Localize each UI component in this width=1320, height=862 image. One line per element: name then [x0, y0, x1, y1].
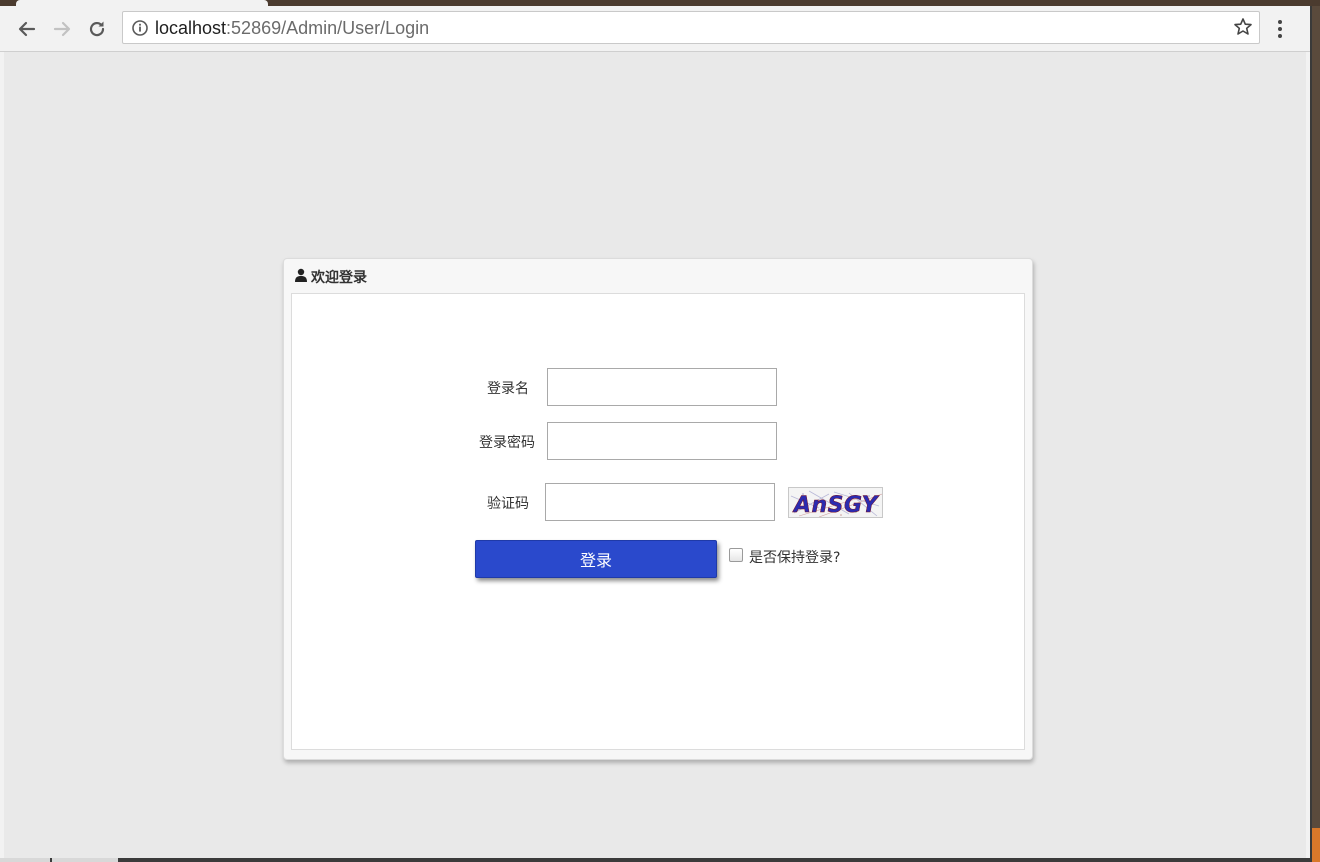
browser-window: localhost:52869/Admin/User/Login 欢迎登录 登录…: [0, 6, 1312, 858]
panel-title: 欢迎登录: [311, 270, 367, 286]
address-bar[interactable]: localhost:52869/Admin/User/Login: [122, 11, 1260, 44]
desktop-accent: [1312, 828, 1320, 862]
info-icon[interactable]: [131, 19, 149, 41]
page-viewport: 欢迎登录 登录名 登录密码 验证码 AnSGY 登录 是否保持登录?: [4, 52, 1306, 858]
password-label: 登录密码: [479, 435, 535, 451]
star-icon[interactable]: [1233, 17, 1253, 41]
username-input[interactable]: [547, 368, 777, 406]
taskbar-item[interactable]: [52, 858, 118, 862]
url-text: localhost:52869/Admin/User/Login: [155, 17, 429, 39]
captcha-graphic: AnSGY: [790, 490, 882, 518]
captcha-label: 验证码: [487, 496, 529, 512]
vertical-dots-icon[interactable]: [1276, 19, 1284, 43]
browser-toolbar: localhost:52869/Admin/User/Login: [0, 6, 1310, 52]
arrow-left-icon: [18, 21, 36, 37]
login-form: 登录名 登录密码 验证码 AnSGY 登录 是否保持登录?: [291, 293, 1025, 750]
user-icon: [294, 268, 308, 286]
remember-me[interactable]: 是否保持登录?: [729, 547, 840, 567]
reload-icon: [89, 21, 105, 37]
reload-button[interactable]: [84, 16, 110, 42]
password-input[interactable]: [547, 422, 777, 460]
panel-header: 欢迎登录: [294, 267, 367, 287]
username-label: 登录名: [487, 381, 529, 397]
forward-button[interactable]: [49, 16, 75, 42]
captcha-image[interactable]: AnSGY: [788, 487, 883, 518]
login-button[interactable]: 登录: [475, 540, 717, 578]
captcha-input[interactable]: [545, 483, 775, 521]
login-panel: 欢迎登录 登录名 登录密码 验证码 AnSGY 登录 是否保持登录?: [283, 258, 1033, 760]
arrow-right-icon: [53, 21, 71, 37]
taskbar-strip: [0, 858, 1320, 862]
taskbar-item[interactable]: [0, 858, 50, 862]
captcha-text: AnSGY: [792, 493, 880, 518]
url-host: localhost: [155, 18, 227, 38]
back-button[interactable]: [14, 16, 40, 42]
remember-label: 是否保持登录?: [749, 550, 841, 566]
remember-checkbox[interactable]: [729, 548, 743, 562]
url-path: :52869/Admin/User/Login: [226, 18, 430, 38]
